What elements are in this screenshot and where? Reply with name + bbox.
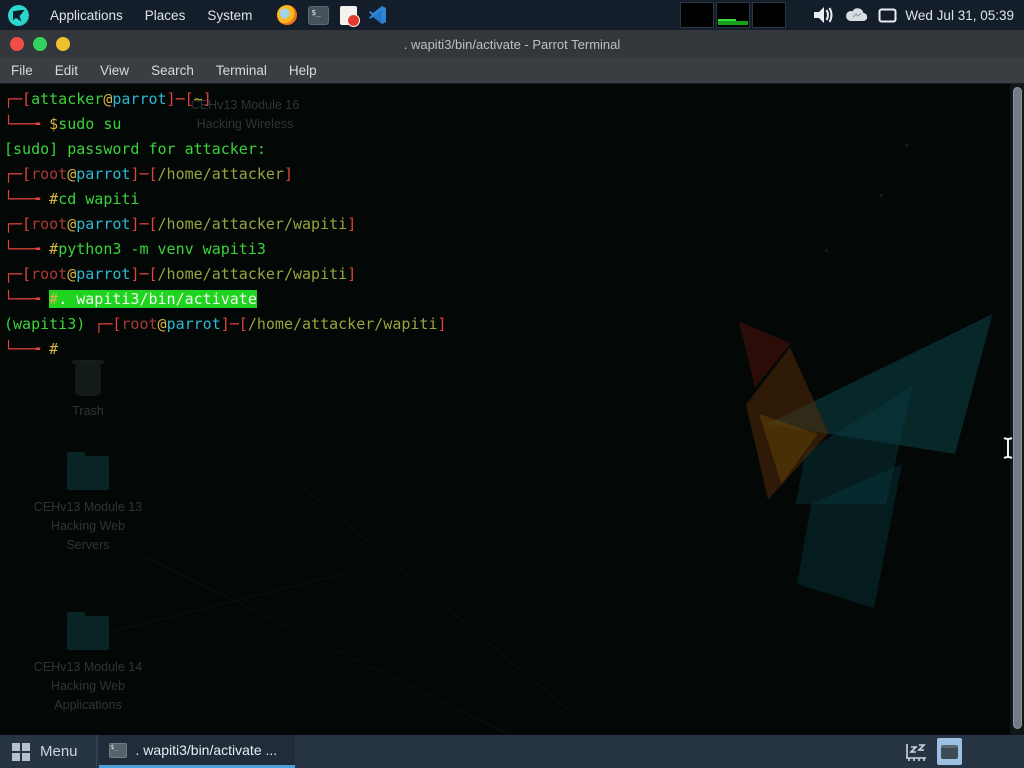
workspace-indicator-icon[interactable] (903, 740, 929, 764)
terminal-line: ┌─[root@parrot]─[/home/attacker/wapiti] (4, 262, 1024, 287)
terminal-line: └──╼ # (4, 337, 1024, 362)
menu-grid-icon (12, 743, 30, 761)
terminal-scrollbar-thumb[interactable] (1013, 87, 1022, 729)
terminal-line: ┌─[root@parrot]─[/home/attacker/wapiti] (4, 212, 1024, 237)
icon-label-line: CEHv13 Module 13 (34, 500, 142, 514)
system-monitor-graphs[interactable] (680, 2, 786, 28)
task-terminal-icon: $_ (109, 743, 127, 758)
taskbar-task-terminal[interactable]: $_ . wapiti3/bin/activate ... (99, 735, 295, 768)
menu-edit[interactable]: Edit (44, 58, 89, 84)
terminal-output[interactable]: ┌─[attacker@parrot]─[~]└──╼ $sudo su[sud… (0, 84, 1024, 362)
taskbar-menu-button[interactable]: Menu (0, 735, 97, 768)
terminal-launcher-icon[interactable]: $_ (308, 6, 329, 25)
folder-icon (67, 616, 109, 650)
terminal-window-body[interactable]: CEHv13 Module 16 Hacking Wireless Trash … (0, 84, 1024, 735)
terminal-menubar: File Edit View Search Terminal Help (0, 58, 1024, 84)
desktop-icon-module13: CEHv13 Module 13 Hacking Web Servers (13, 456, 163, 555)
taskbar-right (903, 738, 962, 765)
icon-label-line: Hacking Web (51, 519, 125, 533)
mini-terminal-icon (941, 745, 958, 759)
window-title: . wapiti3/bin/activate - Parrot Terminal (0, 37, 1024, 52)
terminal-line: ┌─[attacker@parrot]─[~] (4, 87, 1024, 112)
ibeam-cursor (1001, 436, 1015, 460)
cpu-graph[interactable] (680, 2, 714, 28)
vscode-icon[interactable] (368, 5, 388, 25)
trash-icon (75, 364, 101, 396)
text-editor-icon[interactable] (340, 6, 357, 25)
terminal-line: └──╼ #python3 -m venv wapiti3 (4, 237, 1024, 262)
menu-button-label: Menu (40, 743, 78, 760)
taskbar: Menu $_ . wapiti3/bin/activate ... (0, 735, 1024, 768)
desktop-icon-module14: CEHv13 Module 14 Hacking Web Application… (13, 616, 163, 715)
folder-icon (67, 456, 109, 490)
terminal-line: └──╼ #cd wapiti (4, 187, 1024, 212)
desktop-screen: Applications Places System $_ (0, 0, 1024, 768)
terminal-line: [sudo] password for attacker: (4, 137, 1024, 162)
menu-view[interactable]: View (89, 58, 140, 84)
cloud-icon[interactable] (845, 7, 869, 23)
menu-system[interactable]: System (196, 0, 263, 30)
parrot-logo-icon[interactable] (8, 5, 29, 26)
menu-applications[interactable]: Applications (39, 0, 134, 30)
icon-label-line: Hacking Web (51, 679, 125, 693)
icon-label-line: CEHv13 Module 14 (34, 660, 142, 674)
menu-search[interactable]: Search (140, 58, 205, 84)
clock[interactable]: Wed Jul 31, 05:39 (905, 8, 1014, 23)
icon-label-line: Applications (54, 698, 121, 712)
terminal-line: └──╼ #. wapiti3/bin/activate (4, 287, 1024, 312)
menu-help[interactable]: Help (278, 58, 328, 84)
volume-icon[interactable] (812, 5, 836, 25)
menu-file[interactable]: File (0, 58, 44, 84)
top-panel: Applications Places System $_ (0, 0, 1024, 30)
system-tray (812, 5, 897, 25)
network-graph[interactable] (752, 2, 786, 28)
memory-graph[interactable] (716, 2, 750, 28)
terminal-scrollbar-track[interactable] (1010, 84, 1024, 735)
menu-terminal[interactable]: Terminal (205, 58, 278, 84)
terminal-line: ┌─[root@parrot]─[/home/attacker] (4, 162, 1024, 187)
menu-places[interactable]: Places (134, 0, 197, 30)
task-label: . wapiti3/bin/activate ... (136, 742, 278, 758)
active-window-button[interactable] (937, 738, 962, 765)
terminal-line: (wapiti3) ┌─[root@parrot]─[/home/attacke… (4, 312, 1024, 337)
desktop-icon-trash: Trash (13, 364, 163, 421)
terminal-titlebar[interactable]: . wapiti3/bin/activate - Parrot Terminal (0, 30, 1024, 58)
icon-label-line: Trash (72, 404, 104, 418)
firefox-icon[interactable] (277, 5, 297, 25)
display-icon[interactable] (878, 8, 897, 23)
icon-label-line: Servers (66, 538, 109, 552)
terminal-line: └──╼ $sudo su (4, 112, 1024, 137)
launcher-icons: $_ (277, 5, 388, 25)
